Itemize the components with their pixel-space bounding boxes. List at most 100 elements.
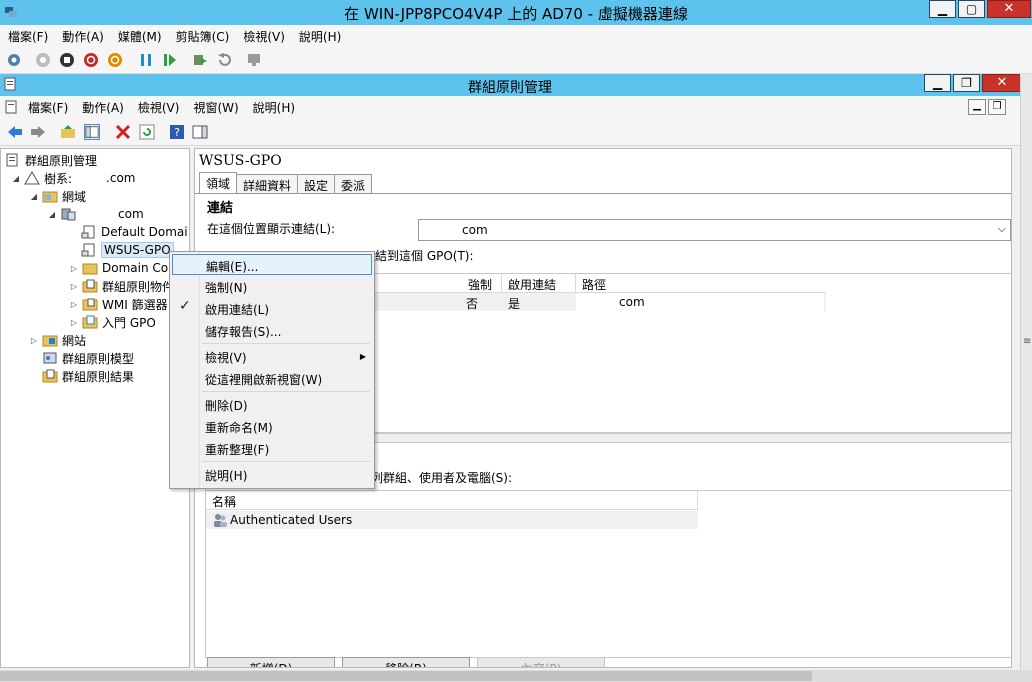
ctrl-alt-del-icon[interactable]: [6, 52, 22, 68]
links-heading: 連結: [207, 201, 234, 216]
revert-icon[interactable]: [216, 52, 232, 68]
tab-details[interactable]: 詳細資料: [236, 174, 299, 193]
help-icon[interactable]: ?: [169, 124, 185, 140]
mmc-menu-action[interactable]: 動作(A): [82, 99, 124, 116]
menu-item-link-enabled[interactable]: 啟用連結(L): [172, 298, 372, 319]
tree-item-wsus-gpo[interactable]: WSUS-GPO: [81, 241, 174, 259]
console-tree: 群組原則管理 ◢ 樹系: .com ◢ 網域 ◢ com Default Dom…: [0, 148, 190, 668]
starter-gpo-folder-icon: [82, 315, 98, 329]
expand-arrow-icon[interactable]: ▷: [69, 282, 79, 291]
tree-item-gp-modeling[interactable]: 群組原則模型: [42, 349, 134, 367]
location-dropdown[interactable]: com ⌵: [418, 219, 1011, 241]
expand-arrow-icon[interactable]: ▷: [29, 336, 39, 345]
save-state-icon[interactable]: [107, 52, 123, 68]
mmc-menu-file[interactable]: 檔案(F): [28, 99, 68, 116]
remove-button[interactable]: 移除(R): [342, 657, 470, 667]
location-label: 在這個位置顯示連結(L):: [207, 222, 336, 236]
pause-icon[interactable]: [138, 52, 154, 68]
tree-item-sites[interactable]: ▷ 網站: [29, 331, 86, 349]
expand-arrow-icon[interactable]: ▷: [69, 264, 79, 273]
menu-item-edit[interactable]: 編輯(E)...: [172, 254, 372, 275]
column-header-enforced[interactable]: 強制: [462, 274, 502, 292]
child-minimize-button[interactable]: ▁: [968, 99, 986, 115]
shutdown-icon[interactable]: [83, 52, 99, 68]
cell-principal-name: Authenticated Users: [230, 513, 353, 527]
gpo-title: WSUS-GPO: [199, 153, 282, 169]
mmc-close-button[interactable]: ✕: [982, 74, 1022, 92]
collapse-arrow-icon[interactable]: ◢: [29, 192, 39, 201]
menu-item-help[interactable]: 說明(H): [172, 464, 372, 485]
turn-off-icon[interactable]: [59, 52, 75, 68]
vertical-scrollbar[interactable]: ≡: [1020, 74, 1032, 670]
delete-icon[interactable]: [115, 124, 131, 140]
expand-arrow-icon[interactable]: ▷: [69, 318, 79, 327]
properties-button[interactable]: 內容(P): [477, 657, 605, 667]
child-restore-button[interactable]: ❐: [988, 99, 1006, 115]
menu-item-rename[interactable]: 重新命名(M): [172, 416, 372, 437]
enhanced-session-icon[interactable]: [246, 52, 262, 68]
refresh-icon[interactable]: [139, 124, 155, 140]
maximize-icon: ▢: [965, 2, 978, 16]
column-header-link-enabled[interactable]: 啟用連結: [502, 274, 576, 292]
tree-item-domains[interactable]: ◢ 網域: [29, 187, 86, 205]
menu-item-refresh[interactable]: 重新整理(F): [172, 438, 372, 459]
vm-menu-clipboard[interactable]: 剪貼簿(C): [176, 28, 230, 45]
menu-item-delete[interactable]: 刪除(D): [172, 394, 372, 415]
column-header-name[interactable]: 名稱: [206, 491, 698, 509]
forward-icon[interactable]: [30, 124, 46, 140]
mmc-toolbar: ?: [0, 118, 1020, 146]
vm-menu-view[interactable]: 檢視(V): [243, 28, 285, 45]
expand-arrow-icon[interactable]: ▷: [69, 300, 79, 309]
minimize-icon: ▁: [932, 76, 943, 90]
add-button[interactable]: 新增(D): [207, 657, 335, 667]
tree-item-gpo-objects[interactable]: ▷ 群組原則物件: [69, 277, 174, 295]
vm-menu-action[interactable]: 動作(A): [62, 28, 104, 45]
menu-item-save-report[interactable]: 儲存報告(S)...: [172, 320, 372, 341]
horizontal-scrollbar[interactable]: [0, 670, 1032, 682]
tab-settings[interactable]: 設定: [297, 174, 336, 193]
tree-item-label: Default Domai: [101, 225, 188, 239]
vm-menu-file[interactable]: 檔案(F): [8, 28, 48, 45]
menu-item-view[interactable]: 檢視(V): [172, 346, 372, 367]
scroll-grip-icon: ≡: [1023, 336, 1032, 347]
tree-item-domain[interactable]: ◢ com: [47, 205, 144, 223]
checkpoint-icon[interactable]: [192, 52, 208, 68]
start-icon[interactable]: [35, 52, 51, 68]
mmc-menu-view[interactable]: 檢視(V): [138, 99, 180, 116]
console-menu-icon[interactable]: [5, 100, 19, 114]
column-header-path[interactable]: 路徑: [576, 274, 826, 292]
menu-item-new-window[interactable]: 從這裡開啟新視窗(W): [172, 368, 372, 389]
vm-menu-media[interactable]: 媒體(M): [118, 28, 162, 45]
vm-menu-help[interactable]: 說明(H): [299, 28, 341, 45]
gpo-link-icon: [81, 225, 95, 239]
tree-item-gpmc-root[interactable]: 群組原則管理: [5, 151, 97, 169]
vm-close-button[interactable]: ✕: [987, 0, 1031, 18]
security-filter-label: 列群組、使用者及電腦(S):: [371, 471, 513, 485]
tree-item-gp-results[interactable]: 群組原則結果: [42, 367, 134, 385]
tree-item-label: 群組原則物件: [102, 279, 175, 294]
show-hide-console-tree-icon[interactable]: [84, 124, 100, 140]
vm-menu-bar: 檔案(F) 動作(A) 媒體(M) 剪貼簿(C) 檢視(V) 說明(H): [0, 25, 1032, 47]
collapse-arrow-icon[interactable]: ◢: [47, 210, 57, 219]
mmc-menu-window[interactable]: 視窗(W): [193, 99, 238, 116]
collapse-arrow-icon[interactable]: ◢: [11, 174, 21, 183]
tab-scope[interactable]: 領域: [199, 172, 238, 193]
horizontal-scroll-thumb[interactable]: [0, 671, 812, 681]
tree-item-starter-gpos[interactable]: ▷ 入門 GPO: [69, 313, 156, 331]
menu-item-enforced[interactable]: 強制(N): [172, 276, 372, 297]
vm-minimize-button[interactable]: ▁: [929, 0, 956, 18]
tree-item-default-domain-policy[interactable]: Default Domai: [81, 223, 188, 241]
tab-delegation[interactable]: 委派: [334, 174, 373, 193]
linked-gpo-label: 結到這個 GPO(T):: [375, 249, 474, 263]
up-one-level-icon[interactable]: [60, 124, 76, 140]
show-action-pane-icon[interactable]: [192, 124, 208, 140]
mmc-minimize-button[interactable]: ▁: [924, 74, 951, 92]
vm-maximize-button[interactable]: ▢: [958, 0, 985, 18]
tree-item-forest[interactable]: ◢ 樹系: .com: [11, 169, 136, 187]
resume-icon[interactable]: [162, 52, 178, 68]
tree-item-wmi-filters[interactable]: ▷ WMI 篩選器: [69, 295, 168, 313]
mmc-menu-help[interactable]: 說明(H): [253, 99, 295, 116]
mmc-restore-button[interactable]: ❐: [953, 74, 980, 92]
back-icon[interactable]: [7, 124, 23, 140]
tree-item-domain-controllers[interactable]: ▷ Domain Co: [69, 259, 168, 277]
